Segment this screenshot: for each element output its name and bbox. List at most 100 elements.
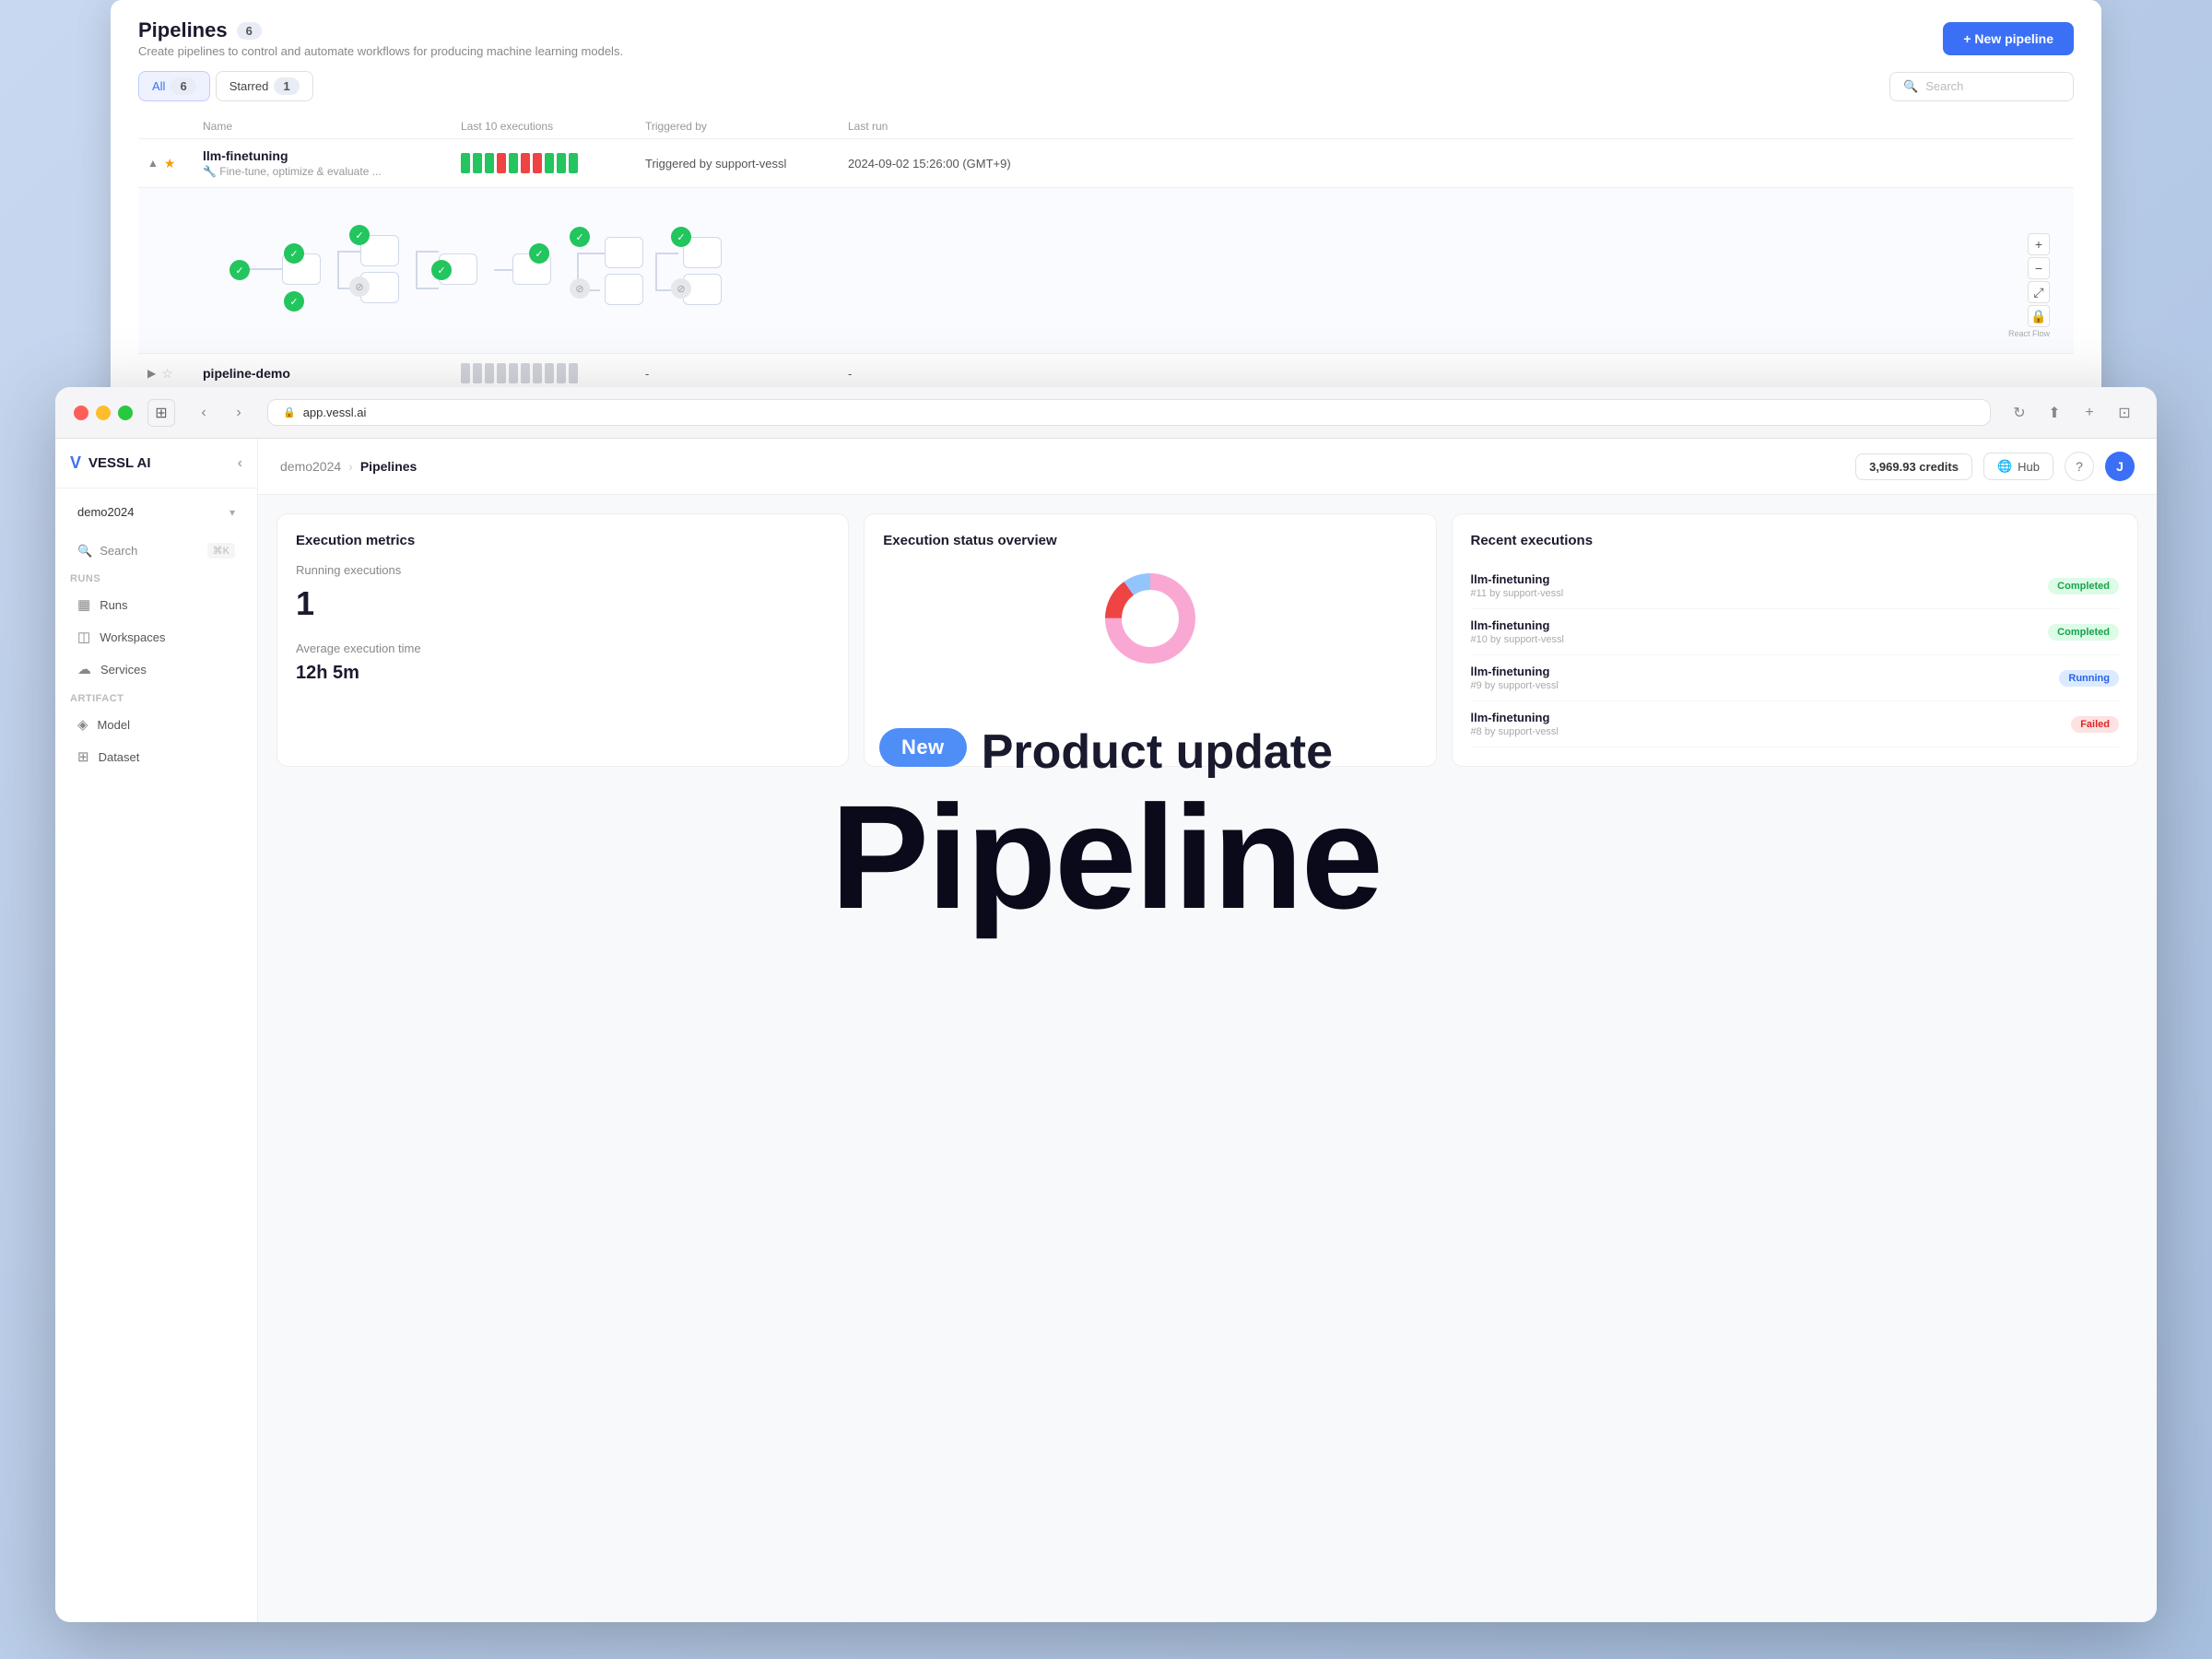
exec-bar (569, 153, 578, 173)
zoom-fit-button[interactable]: ⤢ (2028, 281, 2050, 303)
minimize-button[interactable] (96, 406, 111, 420)
skip-circle: ⊘ (671, 278, 691, 299)
exec-bar (545, 153, 554, 173)
close-button[interactable] (74, 406, 88, 420)
status-badge: Running (2059, 670, 2119, 687)
globe-icon: 🌐 (1997, 459, 2012, 474)
exec-bar (497, 153, 506, 173)
exec-sub: #9 by support-vessl (1471, 680, 1559, 691)
zoom-lock-button[interactable]: 🔒 (2028, 305, 2050, 327)
running-executions-label: Running executions (296, 563, 830, 577)
star-empty-icon: ☆ (161, 366, 173, 382)
exec-name: llm-finetuning (1471, 572, 1564, 586)
tab-switcher-icon[interactable]: ⊞ (147, 399, 175, 427)
check-circle: ✓ (349, 225, 370, 245)
star-icon: ★ (164, 156, 176, 171)
services-icon: ☁ (77, 661, 91, 677)
vessl-logo-v: V (70, 453, 81, 473)
pipeline-name: pipeline-demo (203, 366, 461, 381)
zoom-controls: + − ⤢ 🔒 (2028, 233, 2050, 327)
tab-starred[interactable]: Starred 1 (216, 71, 313, 101)
col-name: Name (203, 120, 461, 133)
exec-sub: #10 by support-vessl (1471, 634, 1565, 645)
sidebar-collapse-button[interactable]: ‹ (238, 455, 242, 472)
page-subtitle: Create pipelines to control and automate… (138, 44, 623, 58)
sidebar-item-dataset[interactable]: ⊞ Dataset (63, 741, 250, 772)
sidebar-item-workspaces[interactable]: ◫ Workspaces (63, 621, 250, 653)
sidebar-item-model[interactable]: ◈ Model (63, 709, 250, 740)
sidebar-search[interactable]: 🔍 Search ⌘K (63, 535, 250, 566)
exec-bar (509, 363, 518, 383)
execution-metrics-title: Execution metrics (296, 533, 830, 548)
top-bar-right: 3,969.93 credits 🌐 Hub ? J (1855, 452, 2135, 481)
browser-main-window: ⊞ ‹ › 🔒 app.vessl.ai ↻ ⬆ + ⊡ V VESSL AI … (55, 387, 2157, 1622)
sidebar-item-label: Workspaces (100, 630, 165, 644)
sidebar-item-services[interactable]: ☁ Services (63, 653, 250, 685)
chevron-down-icon: ▾ (229, 506, 235, 519)
new-tab-button[interactable]: + (2076, 399, 2103, 427)
col-executions: Last 10 executions (461, 120, 645, 133)
exec-sub: #11 by support-vessl (1471, 588, 1564, 599)
table-row[interactable]: ▲ ★ llm-finetuning 🔧 Fine-tune, optimize… (138, 139, 2074, 188)
exec-bar (461, 153, 470, 173)
new-pipeline-button[interactable]: + New pipeline (1943, 22, 2074, 55)
sidebar-logo: V VESSL AI ‹ (55, 453, 257, 488)
forward-button[interactable]: › (225, 399, 253, 427)
recent-exec-item: llm-finetuning #9 by support-vessl Runni… (1471, 655, 2120, 701)
recent-executions-card: Recent executions llm-finetuning #11 by … (1452, 513, 2139, 767)
exec-bar (569, 363, 578, 383)
check-circle: ✓ (284, 243, 304, 264)
zoom-out-button[interactable]: − (2028, 257, 2050, 279)
back-button[interactable]: ‹ (190, 399, 218, 427)
sidebar-item-runs[interactable]: ▦ Runs (63, 589, 250, 620)
exec-bar (485, 363, 494, 383)
table-header: Name Last 10 executions Triggered by Las… (138, 114, 2074, 139)
sidebar-search-label: Search (100, 544, 137, 558)
check-circle: ✓ (570, 227, 590, 247)
trigger-text: Triggered by support-vessl (645, 157, 848, 171)
browser-top-window: Pipelines 6 Create pipelines to control … (111, 0, 2101, 415)
url-text: app.vessl.ai (303, 406, 367, 419)
trigger-text: - (645, 367, 848, 381)
recent-exec-item: llm-finetuning #10 by support-vessl Comp… (1471, 609, 2120, 655)
tab-all[interactable]: All 6 (138, 71, 210, 101)
exec-bar (557, 153, 566, 173)
share-button[interactable]: ⬆ (2041, 399, 2068, 427)
exec-bar (533, 363, 542, 383)
hub-button[interactable]: 🌐 Hub (1983, 453, 2053, 480)
exec-bar (473, 363, 482, 383)
status-badge: Completed (2048, 578, 2119, 594)
help-button[interactable]: ? (2065, 452, 2094, 481)
skip-circle: ⊘ (570, 278, 590, 299)
breadcrumb-current: Pipelines (360, 459, 417, 474)
model-icon: ◈ (77, 716, 88, 733)
exec-bar (509, 153, 518, 173)
flow-node (605, 237, 643, 268)
status-badge: Failed (2071, 716, 2119, 733)
exec-name: llm-finetuning (1471, 665, 1559, 678)
search-box[interactable]: 🔍 Search (1889, 72, 2074, 101)
avatar-label: J (2116, 459, 2124, 474)
url-bar[interactable]: 🔒 app.vessl.ai (267, 399, 1991, 426)
maximize-button[interactable] (118, 406, 133, 420)
last-run-text: - (848, 367, 1069, 381)
exec-bar (545, 363, 554, 383)
zoom-in-button[interactable]: + (2028, 233, 2050, 255)
tab-starred-count: 1 (274, 77, 299, 95)
pipeline-sub: 🔧 Fine-tune, optimize & evaluate ... (203, 165, 461, 178)
exec-bar (533, 153, 542, 173)
skip-circle: ⊘ (349, 276, 370, 297)
last-run-text: 2024-09-02 15:26:00 (GMT+9) (848, 157, 1069, 171)
sidebar-item-label: Services (100, 663, 147, 677)
tab-overview-button[interactable]: ⊡ (2111, 399, 2138, 427)
execution-status-card: Execution status overview (864, 513, 1436, 767)
sidebar-section-artifact: Artifact (55, 686, 257, 708)
refresh-button[interactable]: ↻ (2006, 399, 2033, 427)
exec-sub: #8 by support-vessl (1471, 726, 1559, 737)
pipeline-count-badge: 6 (237, 22, 262, 40)
avg-exec-time-label: Average execution time (296, 641, 830, 655)
exec-bar (557, 363, 566, 383)
exec-bars (461, 363, 645, 383)
avatar[interactable]: J (2105, 452, 2135, 481)
workspace-selector[interactable]: demo2024 ▾ (63, 496, 250, 528)
